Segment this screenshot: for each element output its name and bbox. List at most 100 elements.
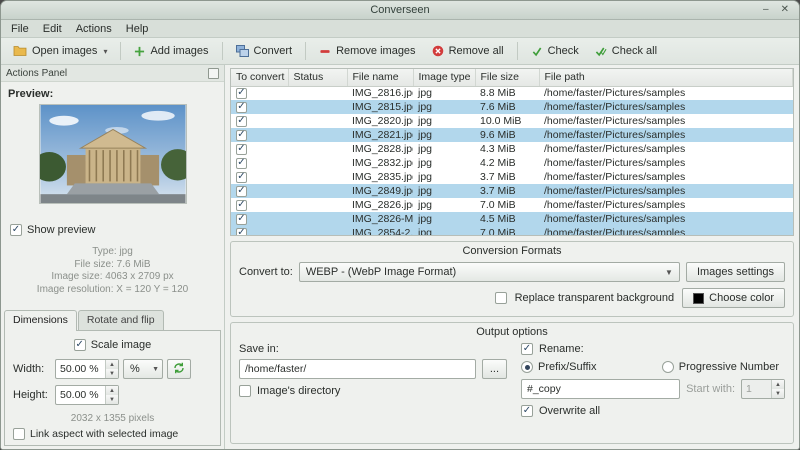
images-directory-checkbox[interactable]	[239, 385, 251, 397]
file-cell-to-convert[interactable]	[231, 212, 288, 226]
overwrite-all-checkbox[interactable]	[521, 405, 533, 417]
add-images-button[interactable]: Add images	[127, 42, 215, 60]
check-all-button[interactable]: Check all	[588, 42, 664, 60]
scale-image-label: Scale image	[90, 339, 152, 351]
to-convert-checkbox[interactable]	[236, 185, 247, 197]
file-cell-to-convert[interactable]	[231, 184, 288, 198]
file-row[interactable]: IMG_2828.jpg jpg 4.3 MiB/home/faster/Pictu…	[231, 142, 793, 156]
spin-down-icon[interactable]: ▼	[106, 369, 118, 378]
show-preview-checkbox[interactable]	[10, 224, 22, 236]
to-convert-checkbox[interactable]	[236, 101, 247, 113]
reset-dimensions-button[interactable]	[167, 359, 191, 379]
spin-down-icon[interactable]: ▼	[772, 389, 784, 398]
file-cell: /home/faster/Pictures/samples	[544, 157, 686, 169]
width-spinbox[interactable]: 50.00 % ▲ ▼	[55, 359, 119, 379]
spin-up-icon[interactable]: ▲	[772, 380, 784, 389]
file-cell: IMG_2821.jpg	[347, 128, 413, 142]
check-button[interactable]: Check	[524, 42, 586, 60]
scale-image-checkbox[interactable]	[73, 339, 86, 351]
spin-up-icon[interactable]: ▲	[106, 386, 118, 395]
menu-edit[interactable]: Edit	[36, 21, 69, 37]
to-convert-checkbox[interactable]	[236, 115, 247, 127]
file-row[interactable]: IMG_2832.jpg jpg 4.2 MiB/home/faster/Pictu…	[231, 156, 793, 170]
menu-actions[interactable]: Actions	[69, 21, 119, 37]
file-row[interactable]: IMG_2854-2.j...jpg7.0 MiB/home/faster/Pi…	[231, 226, 793, 235]
dimensions-pane: Scale image Width: 50.00 % ▲▼ % ▼	[4, 330, 221, 446]
rename-checkbox[interactable]	[521, 343, 533, 355]
column-header-to-convert[interactable]: To convert	[231, 69, 289, 87]
file-cell-to-convert[interactable]	[231, 226, 288, 235]
file-row[interactable]: IMG_2821.jpgjpg9.6 MiB/home/faster/Pictu…	[231, 128, 793, 142]
to-convert-checkbox[interactable]	[236, 157, 247, 169]
to-convert-checkbox[interactable]	[236, 199, 247, 211]
file-cell-to-convert[interactable]	[231, 156, 288, 170]
file-cell-to-convert[interactable]	[231, 170, 288, 184]
column-header-image-type[interactable]: Image type	[413, 69, 476, 87]
to-convert-checkbox[interactable]	[236, 171, 247, 183]
rename-pattern-input[interactable]: #_copy	[521, 379, 681, 399]
detach-panel-button[interactable]	[208, 67, 219, 79]
choose-color-button[interactable]: Choose color	[682, 288, 785, 308]
start-with-spinbox[interactable]: 1 ▲ ▼	[741, 379, 785, 399]
column-header-status[interactable]: Status	[288, 69, 348, 87]
file-cell-to-convert[interactable]	[231, 198, 288, 212]
file-row[interactable]: IMG_2826-M...jpg4.5 MiB/home/faster/Pict…	[231, 212, 793, 226]
link-aspect-checkbox[interactable]	[13, 428, 25, 440]
remove-images-button[interactable]: Remove images	[312, 42, 422, 60]
titlebar[interactable]: Converseen – ✕	[1, 1, 799, 20]
close-button[interactable]: ✕	[781, 5, 789, 15]
tab-dimensions[interactable]: Dimensions	[4, 310, 77, 331]
file-row[interactable]: IMG_2849.jpgjpg3.7 MiB/home/faster/Pictu…	[231, 184, 793, 198]
replace-transparent-checkbox[interactable]	[494, 292, 507, 304]
browse-button[interactable]: ...	[481, 359, 507, 379]
file-row[interactable]: IMG_2835.jpg jpg 3.7 MiB/home/faster/Pictu…	[231, 170, 793, 184]
toolbar-separator	[120, 42, 122, 60]
minimize-button[interactable]: –	[763, 5, 769, 15]
to-convert-checkbox[interactable]	[236, 227, 247, 235]
file-cell: IMG_2815.jpg	[347, 100, 413, 114]
save-path-value: /home/faster/	[245, 363, 307, 375]
convert-button[interactable]: Convert	[229, 42, 300, 60]
file-cell	[288, 184, 347, 198]
column-header-file-name[interactable]: File name	[347, 69, 414, 87]
to-convert-checkbox[interactable]	[236, 129, 247, 141]
remove-all-button[interactable]: Remove all	[425, 42, 511, 60]
column-header-file-path[interactable]: File path	[539, 69, 793, 87]
format-value: WEBP - (WebP Image Format)	[305, 266, 457, 278]
to-convert-checkbox[interactable]	[236, 213, 247, 225]
progressive-number-radio[interactable]	[661, 361, 674, 373]
file-table[interactable]: To convert Status File name Image type F…	[230, 68, 794, 236]
menu-help[interactable]: Help	[119, 21, 156, 37]
height-spinbox[interactable]: 50.00 % ▲ ▼	[55, 385, 119, 405]
file-cell-to-convert[interactable]	[231, 128, 288, 142]
unit-combo[interactable]: % ▼	[123, 359, 163, 379]
file-row[interactable]: IMG_2815.jpgjpg7.6 MiB/home/faster/Pictu…	[231, 100, 793, 114]
prefix-suffix-radio[interactable]	[521, 361, 533, 373]
spin-up-icon[interactable]: ▲	[106, 360, 118, 369]
file-cell: IMG_2849.jpg	[347, 184, 413, 198]
file-cell-to-convert[interactable]	[231, 142, 288, 156]
check-label: Check	[547, 45, 579, 57]
file-cell-to-convert[interactable]	[231, 100, 288, 114]
file-cell-to-convert[interactable]	[231, 114, 288, 128]
save-path-input[interactable]: /home/faster/	[239, 359, 476, 379]
conversion-formats-group: Conversion Formats Convert to: WEBP - (W…	[230, 241, 794, 317]
file-row[interactable]: IMG_2816.jpg jpg 8.8 MiB/home/faster/Pictu…	[231, 86, 793, 100]
file-cell: 4.2 MiB	[480, 157, 516, 169]
file-cell-to-convert[interactable]	[231, 86, 288, 100]
format-combo[interactable]: WEBP - (WebP Image Format) ▼	[298, 262, 680, 282]
file-cell: 7.0 MiB	[480, 199, 516, 211]
menu-file[interactable]: File	[4, 21, 36, 37]
column-header-file-size[interactable]: File size	[475, 69, 540, 87]
file-row[interactable]: IMG_2826.jpg jpg 7.0 MiB/home/faster/Pictu…	[231, 198, 793, 212]
images-settings-button[interactable]: Images settings	[685, 262, 785, 282]
spin-down-icon[interactable]: ▼	[106, 395, 118, 404]
tab-rotate-and-flip[interactable]: Rotate and flip	[77, 310, 164, 330]
to-convert-checkbox[interactable]	[236, 87, 247, 99]
open-images-label: Open images	[32, 45, 98, 57]
open-images-button[interactable]: Open images ▾	[6, 42, 114, 60]
to-convert-checkbox[interactable]	[236, 143, 247, 155]
start-with-value: 1	[746, 383, 752, 395]
file-cell: 4.3 MiB	[480, 143, 516, 155]
file-row[interactable]: IMG_2820.jpg jpg 10.0 MiB/home/faster/Pict…	[231, 114, 793, 128]
